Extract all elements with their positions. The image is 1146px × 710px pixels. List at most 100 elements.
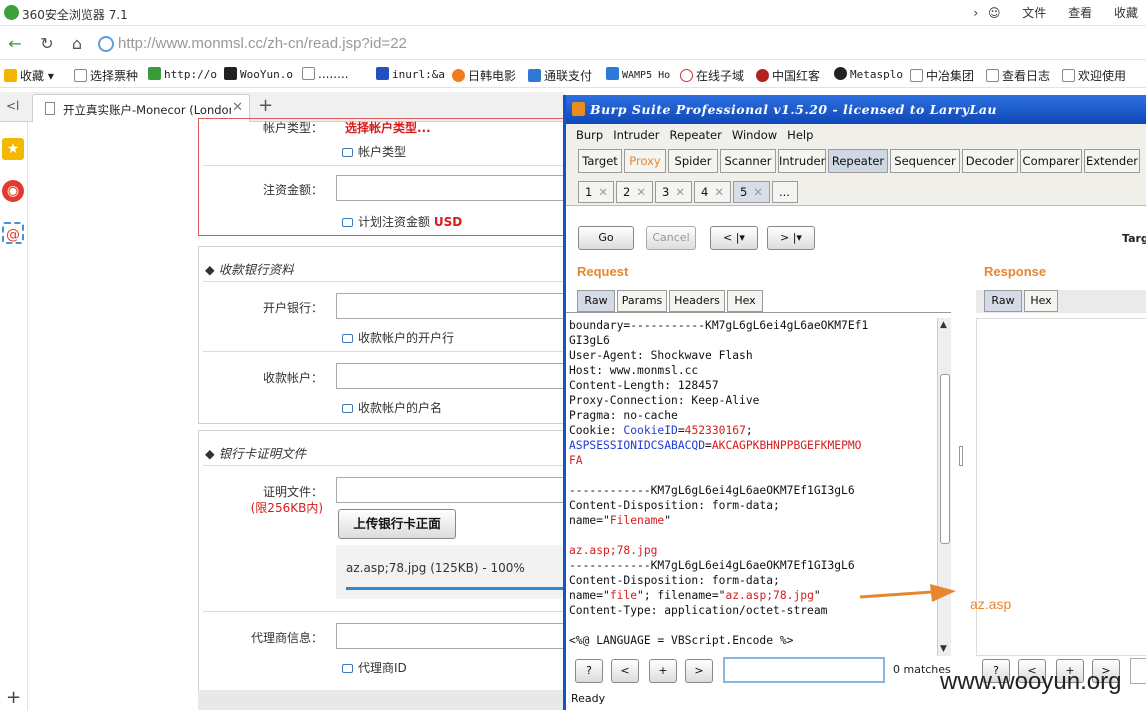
- refresh-icon[interactable]: ↻: [36, 34, 58, 54]
- repeater-tab[interactable]: 1 ✕: [578, 181, 614, 203]
- proof-limit: (限256KB内): [250, 501, 323, 515]
- bookmark-item[interactable]: http://o: [148, 67, 217, 81]
- chat-icon: [342, 148, 353, 157]
- deposit-label: 注资金额：: [262, 183, 323, 197]
- upload-button[interactable]: 上传银行卡正面: [338, 509, 456, 539]
- bookmark-item[interactable]: 欢迎使用: [1062, 67, 1126, 84]
- account-type-hint: 帐户类型: [342, 143, 406, 160]
- menu-repeater[interactable]: Repeater: [670, 128, 722, 142]
- tab-spider[interactable]: Spider: [668, 149, 718, 173]
- pay-icon: [528, 69, 541, 82]
- tab-scanner[interactable]: Scanner: [720, 149, 776, 173]
- new-tab-button[interactable]: +: [258, 95, 273, 116]
- browser-title: 360安全浏览器 7.1: [22, 8, 128, 22]
- repeater-tab[interactable]: 2 ✕: [616, 181, 653, 203]
- response-find-input[interactable]: [1130, 658, 1146, 684]
- menu-burp[interactable]: Burp: [576, 128, 603, 142]
- tab-repeater[interactable]: Repeater: [828, 149, 888, 173]
- response-tab-raw[interactable]: Raw: [984, 290, 1022, 312]
- scroll-thumb[interactable]: [940, 374, 950, 544]
- bookmark-item[interactable]: 选择票种: [74, 67, 138, 84]
- sidebar-collapse-button[interactable]: <l: [6, 99, 19, 113]
- menu-favorites[interactable]: 收藏: [1114, 6, 1138, 20]
- deposit-hint: 计划注资金额 USD: [342, 213, 462, 230]
- close-icon[interactable]: ✕: [232, 100, 243, 115]
- request-tab-headers[interactable]: Headers: [669, 290, 725, 312]
- bookmark-item[interactable]: WAMP5 Ho: [606, 67, 670, 81]
- proof-label: 证明文件：: [262, 485, 323, 499]
- tab-extender[interactable]: Extender: [1084, 149, 1140, 173]
- add-icon[interactable]: +: [6, 687, 21, 708]
- request-tab-params[interactable]: Params: [617, 290, 667, 312]
- divider: [566, 312, 951, 313]
- bookmark-item[interactable]: 中冶集团: [910, 67, 974, 84]
- bookmark-item[interactable]: 日韩电影: [452, 67, 516, 84]
- proof-input[interactable]: [336, 477, 576, 503]
- browser-titlebar: 360安全浏览器 7.1 › ☺ 文件 查看 收藏: [0, 0, 1146, 26]
- url-input[interactable]: http://www.monmsl.cc/zh-cn/read.jsp?id=2…: [96, 33, 1146, 55]
- weibo-icon[interactable]: ◉: [2, 180, 24, 202]
- account-input[interactable]: [336, 363, 576, 389]
- repeater-tab[interactable]: 3 ✕: [655, 181, 692, 203]
- bookmark-item[interactable]: 在线子域: [680, 67, 744, 84]
- request-tab-raw[interactable]: Raw: [577, 290, 615, 312]
- tab-decoder[interactable]: Decoder: [962, 149, 1018, 173]
- tab-sequencer[interactable]: Sequencer: [890, 149, 960, 173]
- bookmark-item[interactable]: 查看日志: [986, 67, 1050, 84]
- tab-target[interactable]: Target: [578, 149, 622, 173]
- bookmark-item[interactable]: 中国红客: [756, 67, 820, 84]
- bookmark-item[interactable]: Metasplo: [834, 67, 903, 81]
- split-handle[interactable]: [959, 446, 963, 466]
- bookmark-item[interactable]: WooYun.o: [224, 67, 293, 81]
- menu-intruder[interactable]: Intruder: [613, 128, 659, 142]
- paw-icon: [376, 67, 389, 80]
- menu-window[interactable]: Window: [732, 128, 777, 142]
- request-line: Cookie: CookieID=452330167;: [569, 424, 753, 437]
- go-button[interactable]: Go: [578, 226, 634, 250]
- account-label: 收款帐户：: [262, 371, 323, 385]
- find-add-button[interactable]: +: [649, 659, 677, 683]
- request-line: Content-Disposition: form-data;: [569, 499, 780, 512]
- bookmark-item[interactable]: 通联支付: [528, 67, 592, 84]
- user-icon[interactable]: ☺: [988, 6, 1001, 20]
- repeater-tab[interactable]: 5 ✕: [733, 181, 770, 203]
- star-icon[interactable]: ★: [2, 138, 24, 160]
- response-tab-hex[interactable]: Hex: [1024, 290, 1058, 312]
- cat-icon: [680, 69, 693, 82]
- menu-view[interactable]: 查看: [1068, 6, 1092, 20]
- history-forward-button[interactable]: > |▾: [767, 226, 815, 250]
- request-tab-hex[interactable]: Hex: [727, 290, 763, 312]
- bookmark-item[interactable]: ........: [302, 67, 349, 81]
- help-button[interactable]: ?: [575, 659, 603, 683]
- find-next-button[interactable]: >: [685, 659, 713, 683]
- bookmarks-bar: 收藏 ▾ 选择票种 http://o WooYun.o ........ inu…: [0, 62, 1146, 88]
- account-form: 帐户类型： 选择帐户类型... 帐户类型 注资金额： 计划注资金额 USD ◆ …: [198, 118, 580, 710]
- history-back-button[interactable]: < |▾: [710, 226, 758, 250]
- menu-help[interactable]: Help: [787, 128, 813, 142]
- account-type-select[interactable]: 选择帐户类型...: [345, 119, 431, 136]
- repeater-tab[interactable]: 4 ✕: [694, 181, 731, 203]
- chevron-right-icon[interactable]: ›: [973, 6, 978, 20]
- agent-input[interactable]: [336, 623, 576, 649]
- repeater-tab-more[interactable]: ...: [772, 181, 798, 203]
- deposit-input[interactable]: [336, 175, 576, 201]
- tab-proxy[interactable]: Proxy: [624, 149, 666, 173]
- chat-icon: [342, 334, 353, 343]
- proof-section-title: ◆ 银行卡证明文件: [205, 446, 307, 461]
- divider: [203, 611, 569, 612]
- cancel-button[interactable]: Cancel: [646, 226, 696, 250]
- bookmark-item[interactable]: inurl:&a: [376, 67, 445, 81]
- request-line: name="Filename": [569, 514, 672, 527]
- back-arrow-icon[interactable]: ←: [4, 34, 26, 54]
- request-line: FA: [569, 454, 583, 467]
- menu-file[interactable]: 文件: [1022, 6, 1046, 20]
- find-input[interactable]: [723, 657, 885, 683]
- email-icon[interactable]: @: [2, 222, 24, 244]
- tab-comparer[interactable]: Comparer: [1020, 149, 1082, 173]
- account-hint: 收款帐户的户名: [342, 399, 442, 416]
- bank-input[interactable]: [336, 293, 576, 319]
- home-icon[interactable]: ⌂: [66, 34, 88, 54]
- tab-intruder[interactable]: Intruder: [778, 149, 826, 173]
- bookmark-favorites[interactable]: 收藏 ▾: [4, 67, 54, 84]
- find-prev-button[interactable]: <: [611, 659, 639, 683]
